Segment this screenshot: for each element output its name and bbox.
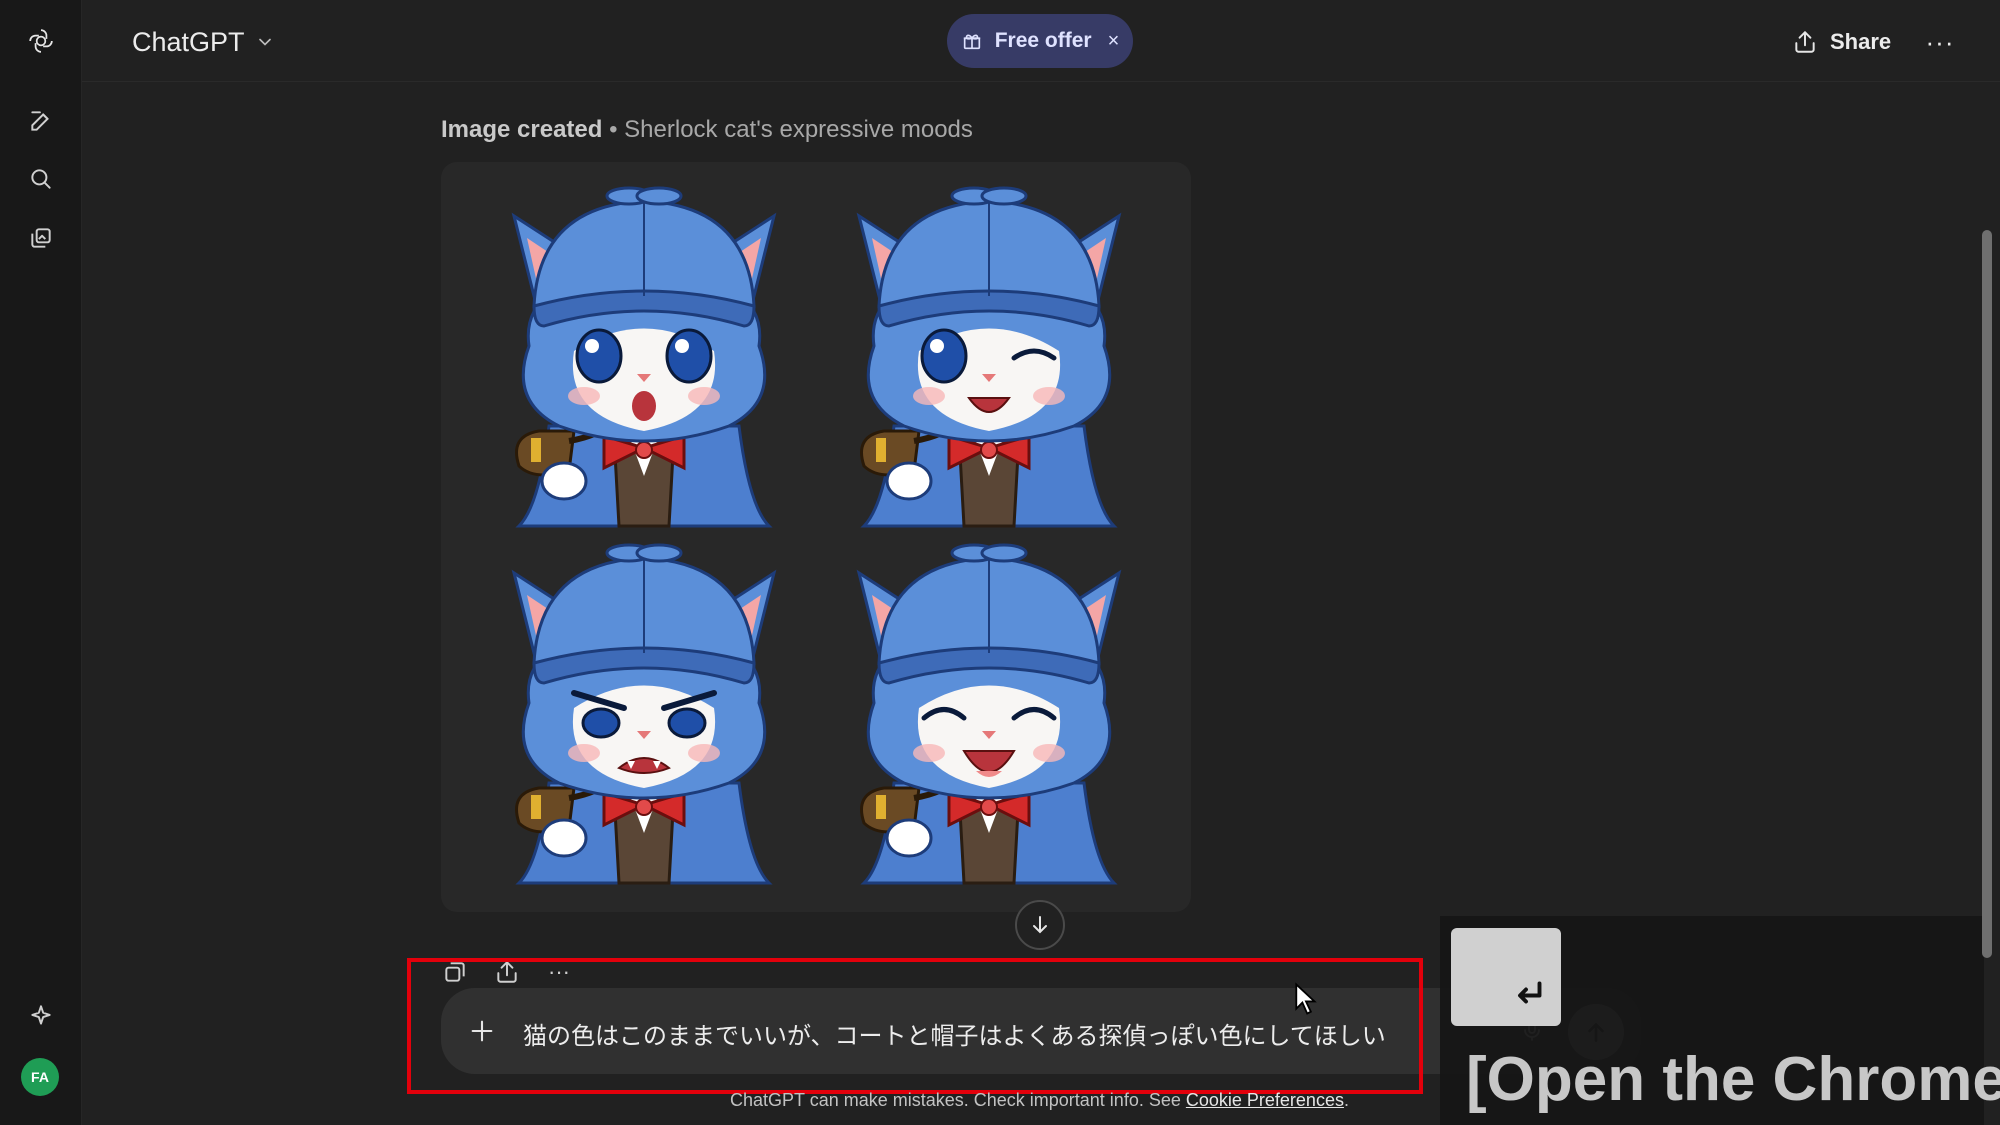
- enter-key: [1451, 928, 1561, 1026]
- cat-image-surprised[interactable]: [471, 180, 816, 537]
- new-chat-icon[interactable]: [20, 100, 62, 142]
- highlight-annotation: [407, 958, 1423, 1094]
- cat-image-winking[interactable]: [816, 180, 1161, 537]
- image-caption-subtitle: • Sherlock cat's expressive moods: [602, 116, 973, 143]
- scroll-down-button[interactable]: [1015, 900, 1065, 950]
- avatar[interactable]: FA: [21, 1058, 59, 1096]
- keystroke-overlay: [Open the Chrome: [1440, 916, 2000, 1125]
- image-caption-title: Image created: [441, 116, 603, 143]
- arrow-down-icon: [1033, 916, 1047, 934]
- cat-image-angry[interactable]: [471, 537, 816, 894]
- library-icon[interactable]: [20, 217, 62, 259]
- model-selector[interactable]: ChatGPT: [132, 22, 275, 62]
- close-icon[interactable]: ×: [1108, 30, 1120, 53]
- search-icon[interactable]: [20, 158, 62, 200]
- chevron-down-icon: [258, 38, 271, 46]
- disclaimer: ChatGPT can make mistakes. Check importa…: [730, 1090, 1349, 1111]
- free-offer-button[interactable]: Free offer ×: [947, 14, 1133, 68]
- share-button[interactable]: Share: [1792, 22, 1891, 62]
- cat-image-laughing[interactable]: [816, 537, 1161, 894]
- disclaimer-tail: .: [1343, 1090, 1349, 1110]
- explore-icon[interactable]: [20, 995, 62, 1037]
- share-label: Share: [1830, 29, 1892, 54]
- overlay-caption: [Open the Chrome: [1466, 1045, 2000, 1114]
- mouse-cursor-icon: [1295, 982, 1317, 1015]
- gift-icon: [963, 34, 980, 50]
- scrollbar[interactable]: [1982, 230, 1992, 958]
- enter-icon: [1518, 981, 1542, 1004]
- generated-image-card[interactable]: [441, 162, 1191, 912]
- share-icon: [1795, 30, 1815, 53]
- top-header: ChatGPT Free offer × Share ···: [82, 0, 2000, 82]
- free-offer-label: Free offer: [994, 29, 1092, 52]
- image-caption: Image created • Sherlock cat's expressiv…: [441, 116, 973, 144]
- disclaimer-text: ChatGPT can make mistakes. Check importa…: [730, 1090, 1186, 1110]
- model-name: ChatGPT: [132, 26, 245, 57]
- more-options-button[interactable]: ···: [1920, 22, 1960, 62]
- openai-logo-icon[interactable]: [20, 20, 62, 62]
- left-rail: FA: [0, 0, 82, 1125]
- cookie-preferences-link[interactable]: Cookie Preferences: [1186, 1090, 1344, 1110]
